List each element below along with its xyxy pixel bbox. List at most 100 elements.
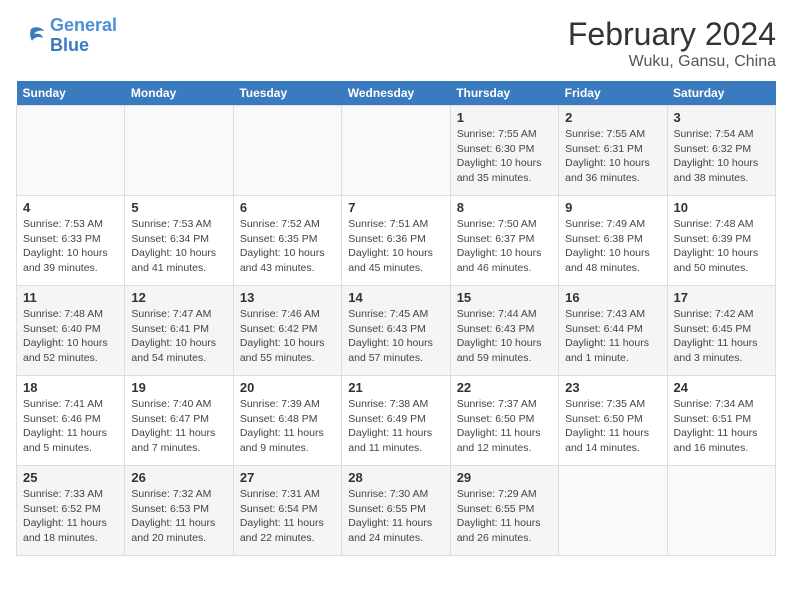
day-info: Sunrise: 7:39 AM Sunset: 6:48 PM Dayligh… xyxy=(240,397,335,456)
day-info: Sunrise: 7:37 AM Sunset: 6:50 PM Dayligh… xyxy=(457,397,552,456)
calendar-cell: 13 Sunrise: 7:46 AM Sunset: 6:42 PM Dayli… xyxy=(233,286,341,376)
day-info: Sunrise: 7:50 AM Sunset: 6:37 PM Dayligh… xyxy=(457,217,552,276)
day-info: Sunrise: 7:29 AM Sunset: 6:55 PM Dayligh… xyxy=(457,487,552,546)
calendar-cell: 21 Sunrise: 7:38 AM Sunset: 6:49 PM Dayli… xyxy=(342,376,450,466)
week-row-5: 25 Sunrise: 7:33 AM Sunset: 6:52 PM Dayli… xyxy=(17,466,776,556)
day-number: 25 xyxy=(23,470,118,485)
day-number: 11 xyxy=(23,290,118,305)
calendar-cell xyxy=(559,466,667,556)
day-info: Sunrise: 7:30 AM Sunset: 6:55 PM Dayligh… xyxy=(348,487,443,546)
calendar-cell: 26 Sunrise: 7:32 AM Sunset: 6:53 PM Dayli… xyxy=(125,466,233,556)
day-number: 27 xyxy=(240,470,335,485)
day-info: Sunrise: 7:43 AM Sunset: 6:44 PM Dayligh… xyxy=(565,307,660,366)
day-number: 22 xyxy=(457,380,552,395)
calendar-cell: 10 Sunrise: 7:48 AM Sunset: 6:39 PM Dayli… xyxy=(667,196,775,286)
calendar-table: SundayMondayTuesdayWednesdayThursdayFrid… xyxy=(16,81,776,556)
calendar-cell: 20 Sunrise: 7:39 AM Sunset: 6:48 PM Dayli… xyxy=(233,376,341,466)
calendar-cell: 1 Sunrise: 7:55 AM Sunset: 6:30 PM Daylig… xyxy=(450,106,558,196)
day-number: 23 xyxy=(565,380,660,395)
day-info: Sunrise: 7:55 AM Sunset: 6:31 PM Dayligh… xyxy=(565,127,660,186)
day-info: Sunrise: 7:31 AM Sunset: 6:54 PM Dayligh… xyxy=(240,487,335,546)
day-info: Sunrise: 7:44 AM Sunset: 6:43 PM Dayligh… xyxy=(457,307,552,366)
day-number: 28 xyxy=(348,470,443,485)
header-saturday: Saturday xyxy=(667,81,775,106)
day-info: Sunrise: 7:51 AM Sunset: 6:36 PM Dayligh… xyxy=(348,217,443,276)
day-info: Sunrise: 7:49 AM Sunset: 6:38 PM Dayligh… xyxy=(565,217,660,276)
header-wednesday: Wednesday xyxy=(342,81,450,106)
day-number: 21 xyxy=(348,380,443,395)
day-info: Sunrise: 7:47 AM Sunset: 6:41 PM Dayligh… xyxy=(131,307,226,366)
week-row-3: 11 Sunrise: 7:48 AM Sunset: 6:40 PM Dayli… xyxy=(17,286,776,376)
day-number: 14 xyxy=(348,290,443,305)
day-number: 19 xyxy=(131,380,226,395)
day-number: 9 xyxy=(565,200,660,215)
day-number: 16 xyxy=(565,290,660,305)
page-header: General Blue February 2024 Wuku, Gansu, … xyxy=(16,16,776,71)
day-info: Sunrise: 7:41 AM Sunset: 6:46 PM Dayligh… xyxy=(23,397,118,456)
day-number: 1 xyxy=(457,110,552,125)
week-row-2: 4 Sunrise: 7:53 AM Sunset: 6:33 PM Daylig… xyxy=(17,196,776,286)
day-number: 6 xyxy=(240,200,335,215)
day-number: 7 xyxy=(348,200,443,215)
day-number: 26 xyxy=(131,470,226,485)
calendar-cell: 14 Sunrise: 7:45 AM Sunset: 6:43 PM Dayli… xyxy=(342,286,450,376)
header-friday: Friday xyxy=(559,81,667,106)
calendar-cell: 5 Sunrise: 7:53 AM Sunset: 6:34 PM Daylig… xyxy=(125,196,233,286)
day-info: Sunrise: 7:53 AM Sunset: 6:34 PM Dayligh… xyxy=(131,217,226,276)
day-info: Sunrise: 7:46 AM Sunset: 6:42 PM Dayligh… xyxy=(240,307,335,366)
calendar-cell: 15Sunrise: 7:44 AM Sunset: 6:43 PM Dayli… xyxy=(450,286,558,376)
calendar-cell: 12 Sunrise: 7:47 AM Sunset: 6:41 PM Dayli… xyxy=(125,286,233,376)
day-number: 20 xyxy=(240,380,335,395)
week-row-1: 1 Sunrise: 7:55 AM Sunset: 6:30 PM Daylig… xyxy=(17,106,776,196)
day-info: Sunrise: 7:33 AM Sunset: 6:52 PM Dayligh… xyxy=(23,487,118,546)
day-number: 8 xyxy=(457,200,552,215)
day-info: Sunrise: 7:40 AM Sunset: 6:47 PM Dayligh… xyxy=(131,397,226,456)
calendar-subtitle: Wuku, Gansu, China xyxy=(568,53,776,71)
day-number: 12 xyxy=(131,290,226,305)
calendar-cell xyxy=(233,106,341,196)
calendar-cell: 29 Sunrise: 7:29 AM Sunset: 6:55 PM Dayli… xyxy=(450,466,558,556)
calendar-cell xyxy=(17,106,125,196)
header-thursday: Thursday xyxy=(450,81,558,106)
calendar-cell xyxy=(667,466,775,556)
day-info: Sunrise: 7:32 AM Sunset: 6:53 PM Dayligh… xyxy=(131,487,226,546)
calendar-cell: 28 Sunrise: 7:30 AM Sunset: 6:55 PM Dayli… xyxy=(342,466,450,556)
day-number: 4 xyxy=(23,200,118,215)
day-info: Sunrise: 7:52 AM Sunset: 6:35 PM Dayligh… xyxy=(240,217,335,276)
calendar-cell: 2Sunrise: 7:55 AM Sunset: 6:31 PM Daylig… xyxy=(559,106,667,196)
logo: General Blue xyxy=(16,16,117,56)
calendar-cell: 27 Sunrise: 7:31 AM Sunset: 6:54 PM Dayli… xyxy=(233,466,341,556)
calendar-cell xyxy=(125,106,233,196)
calendar-cell: 11 Sunrise: 7:48 AM Sunset: 6:40 PM Dayli… xyxy=(17,286,125,376)
day-number: 10 xyxy=(674,200,769,215)
title-block: February 2024 Wuku, Gansu, China xyxy=(568,16,776,71)
day-info: Sunrise: 7:53 AM Sunset: 6:33 PM Dayligh… xyxy=(23,217,118,276)
day-info: Sunrise: 7:38 AM Sunset: 6:49 PM Dayligh… xyxy=(348,397,443,456)
day-info: Sunrise: 7:54 AM Sunset: 6:32 PM Dayligh… xyxy=(674,127,769,186)
header-tuesday: Tuesday xyxy=(233,81,341,106)
header-sunday: Sunday xyxy=(17,81,125,106)
calendar-cell: 19 Sunrise: 7:40 AM Sunset: 6:47 PM Dayli… xyxy=(125,376,233,466)
day-info: Sunrise: 7:48 AM Sunset: 6:40 PM Dayligh… xyxy=(23,307,118,366)
calendar-cell: 6 Sunrise: 7:52 AM Sunset: 6:35 PM Daylig… xyxy=(233,196,341,286)
day-info: Sunrise: 7:35 AM Sunset: 6:50 PM Dayligh… xyxy=(565,397,660,456)
day-number: 13 xyxy=(240,290,335,305)
day-info: Sunrise: 7:48 AM Sunset: 6:39 PM Dayligh… xyxy=(674,217,769,276)
day-number: 5 xyxy=(131,200,226,215)
day-number: 3 xyxy=(674,110,769,125)
week-row-4: 18Sunrise: 7:41 AM Sunset: 6:46 PM Dayli… xyxy=(17,376,776,466)
day-info: Sunrise: 7:45 AM Sunset: 6:43 PM Dayligh… xyxy=(348,307,443,366)
calendar-cell: 23 Sunrise: 7:35 AM Sunset: 6:50 PM Dayli… xyxy=(559,376,667,466)
day-number: 17 xyxy=(674,290,769,305)
calendar-cell: 17 Sunrise: 7:42 AM Sunset: 6:45 PM Dayli… xyxy=(667,286,775,376)
calendar-cell: 16 Sunrise: 7:43 AM Sunset: 6:44 PM Dayli… xyxy=(559,286,667,376)
calendar-header-row: SundayMondayTuesdayWednesdayThursdayFrid… xyxy=(17,81,776,106)
calendar-cell: 7 Sunrise: 7:51 AM Sunset: 6:36 PM Daylig… xyxy=(342,196,450,286)
calendar-cell: 3 Sunrise: 7:54 AM Sunset: 6:32 PM Daylig… xyxy=(667,106,775,196)
day-info: Sunrise: 7:34 AM Sunset: 6:51 PM Dayligh… xyxy=(674,397,769,456)
day-info: Sunrise: 7:55 AM Sunset: 6:30 PM Dayligh… xyxy=(457,127,552,186)
day-number: 29 xyxy=(457,470,552,485)
day-number: 24 xyxy=(674,380,769,395)
day-info: Sunrise: 7:42 AM Sunset: 6:45 PM Dayligh… xyxy=(674,307,769,366)
calendar-title: February 2024 xyxy=(568,16,776,53)
